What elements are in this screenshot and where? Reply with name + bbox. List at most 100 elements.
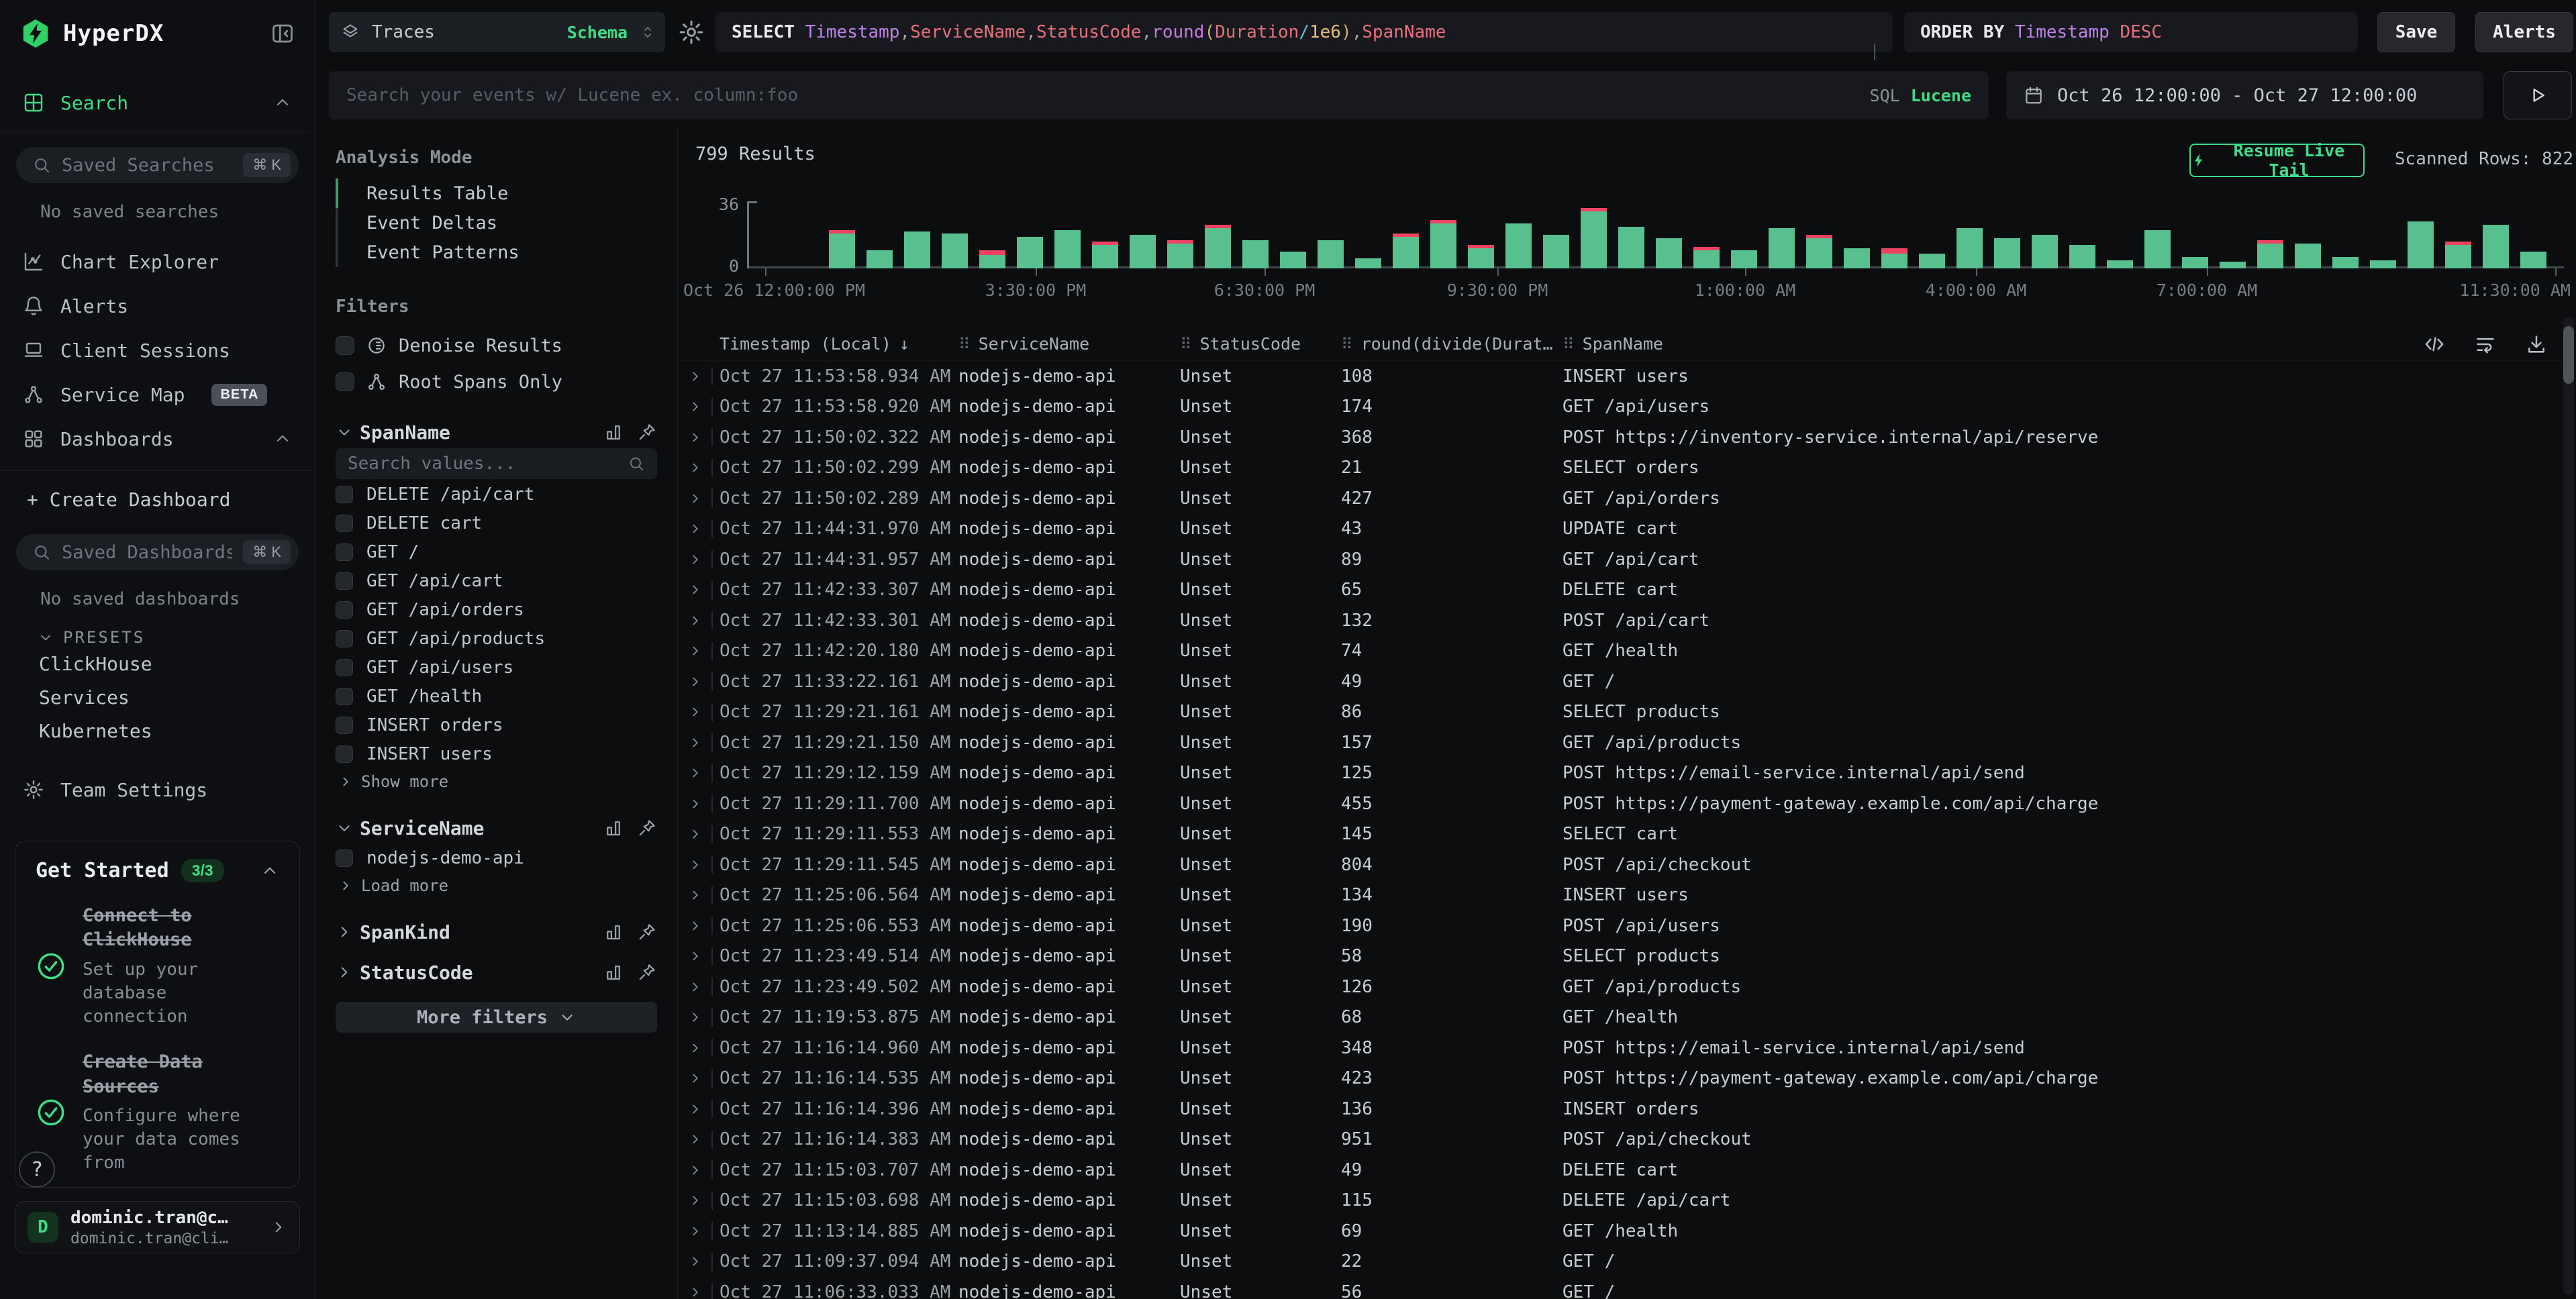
vertical-scrollbar[interactable] [2563, 317, 2574, 1295]
expand-row-button[interactable] [678, 1216, 713, 1247]
table-row[interactable]: Oct 27 11:25:06.553 AMnodejs-demo-apiUns… [678, 911, 2576, 941]
filter-value-row[interactable]: DELETE /api/cart [336, 480, 657, 508]
column-header-2[interactable]: ⠿ServiceName [941, 334, 1162, 354]
table-row[interactable]: Oct 27 11:09:37.094 AMnodejs-demo-apiUns… [678, 1247, 2576, 1278]
checkbox[interactable] [336, 372, 354, 391]
expand-row-button[interactable] [678, 697, 713, 728]
pin-icon[interactable] [637, 962, 657, 982]
filter-toggle-root-spans-only[interactable]: Root Spans Only [336, 364, 657, 400]
chart-icon[interactable] [603, 818, 624, 838]
table-row[interactable]: Oct 27 11:15:03.698 AMnodejs-demo-apiUns… [678, 1186, 2576, 1216]
table-row[interactable]: Oct 27 11:16:14.396 AMnodejs-demo-apiUns… [678, 1094, 2576, 1125]
table-row[interactable]: Oct 27 11:29:21.150 AMnodejs-demo-apiUns… [678, 727, 2576, 758]
table-row[interactable]: Oct 27 11:50:02.322 AMnodejs-demo-apiUns… [678, 422, 2576, 453]
order-by-input[interactable]: ORDER BY Timestamp DESC [1904, 12, 2358, 52]
get-started-item[interactable]: Create Data SourcesConfigure where your … [36, 1050, 279, 1175]
load-more-link[interactable]: Load more [336, 872, 657, 900]
pin-icon[interactable] [637, 818, 657, 838]
checkbox[interactable] [336, 688, 353, 705]
checkbox[interactable] [336, 572, 353, 590]
table-row[interactable]: Oct 27 11:16:14.535 AMnodejs-demo-apiUns… [678, 1063, 2576, 1094]
table-row[interactable]: Oct 27 11:15:03.707 AMnodejs-demo-apiUns… [678, 1155, 2576, 1186]
user-menu[interactable]: D dominic.tran@c… dominic.tran@cli… [15, 1201, 300, 1253]
checkbox[interactable] [336, 630, 353, 647]
sidebar-item-chart-explorer[interactable]: Chart Explorer [0, 240, 315, 284]
expand-row-button[interactable] [678, 788, 713, 819]
filter-value-search-input[interactable]: Search values... [336, 448, 657, 479]
date-range-picker[interactable]: Oct 26 12:00:00 - Oct 27 12:00:00 [2006, 71, 2483, 119]
checkbox[interactable] [336, 543, 353, 561]
filter-value-row[interactable]: GET /api/users [336, 654, 657, 681]
expand-row-button[interactable] [678, 544, 713, 575]
expand-row-button[interactable] [678, 727, 713, 758]
table-row[interactable]: Oct 27 11:42:33.307 AMnodejs-demo-apiUns… [678, 575, 2576, 606]
chart-icon[interactable] [603, 962, 624, 982]
preset-clickhouse[interactable]: ClickHouse [0, 647, 315, 680]
chart-icon[interactable] [603, 422, 624, 442]
table-row[interactable]: Oct 27 11:50:02.299 AMnodejs-demo-apiUns… [678, 453, 2576, 484]
filter-group-servicename[interactable]: ServiceName [336, 813, 657, 843]
sidebar-item-team-settings[interactable]: Team Settings [0, 768, 315, 812]
table-row[interactable]: Oct 27 11:23:49.514 AMnodejs-demo-apiUns… [678, 941, 2576, 972]
pin-icon[interactable] [637, 922, 657, 942]
table-row[interactable]: Oct 27 11:16:14.960 AMnodejs-demo-apiUns… [678, 1033, 2576, 1063]
analysis-mode-results-table[interactable]: Results Table [336, 178, 657, 208]
code-view-icon[interactable] [2423, 333, 2446, 356]
expand-row-button[interactable] [678, 666, 713, 697]
table-row[interactable]: Oct 27 11:16:14.383 AMnodejs-demo-apiUns… [678, 1125, 2576, 1155]
presets-toggle[interactable]: PRESETS [38, 628, 315, 647]
checkbox[interactable] [336, 745, 353, 763]
table-row[interactable]: Oct 27 11:42:33.301 AMnodejs-demo-apiUns… [678, 605, 2576, 636]
filter-value-row[interactable]: INSERT orders [336, 711, 657, 739]
filter-group-spankind[interactable]: SpanKind [336, 917, 657, 947]
table-row[interactable]: Oct 27 11:44:31.957 AMnodejs-demo-apiUns… [678, 544, 2576, 575]
more-filters-button[interactable]: More filters [336, 1002, 657, 1033]
expand-row-button[interactable] [678, 849, 713, 880]
scrollbar-thumb[interactable] [2563, 326, 2574, 384]
expand-row-button[interactable] [678, 1247, 713, 1278]
expand-row-button[interactable] [678, 972, 713, 1002]
get-started-header[interactable]: Get Started 3/3 [36, 859, 279, 882]
drag-handle-icon[interactable]: ⠿ [1180, 335, 1192, 354]
checkbox[interactable] [336, 336, 354, 355]
filter-value-row[interactable]: INSERT users [336, 740, 657, 768]
expand-row-button[interactable] [678, 819, 713, 850]
sidebar-item-alerts[interactable]: Alerts [0, 284, 315, 328]
filter-value-row[interactable]: nodejs-demo-api [336, 844, 657, 872]
expand-row-button[interactable] [678, 1033, 713, 1063]
filter-group-statuscode[interactable]: StatusCode [336, 957, 657, 987]
table-row[interactable]: Oct 27 11:23:49.502 AMnodejs-demo-apiUns… [678, 972, 2576, 1002]
filter-toggle-denoise-results[interactable]: Denoise Results [336, 327, 657, 364]
checkbox[interactable] [336, 849, 353, 867]
analysis-mode-event-patterns[interactable]: Event Patterns [336, 238, 657, 267]
column-header-1[interactable]: Timestamp (Local)↓ [713, 334, 941, 354]
expand-row-button[interactable] [678, 361, 713, 392]
checkbox[interactable] [336, 601, 353, 619]
drag-handle-icon[interactable]: ⠿ [1563, 335, 1575, 354]
expand-row-button[interactable] [678, 483, 713, 514]
expand-row-button[interactable] [678, 1125, 713, 1155]
filter-value-row[interactable]: GET /health [336, 682, 657, 710]
table-row[interactable]: Oct 27 11:33:22.161 AMnodejs-demo-apiUns… [678, 666, 2576, 697]
histogram-plot[interactable]: 360Oct 26 12:00:00 PM3:30:00 PM6:30:00 P… [747, 178, 2564, 327]
saved-searches-input[interactable]: Saved Searches ⌘ K [16, 147, 299, 183]
table-row[interactable]: Oct 27 11:29:11.545 AMnodejs-demo-apiUns… [678, 849, 2576, 880]
filter-value-row[interactable]: GET / [336, 538, 657, 566]
checkbox[interactable] [336, 486, 353, 503]
source-settings-icon[interactable] [678, 19, 705, 46]
chart-icon[interactable] [603, 922, 624, 942]
sidebar-item-search[interactable]: Search [0, 83, 315, 122]
expand-row-button[interactable] [678, 575, 713, 606]
help-button[interactable]: ? [19, 1151, 55, 1188]
table-row[interactable]: Oct 27 11:42:20.180 AMnodejs-demo-apiUns… [678, 636, 2576, 667]
get-started-item[interactable]: Connect to ClickHouseSet up your databas… [36, 904, 279, 1029]
expand-row-button[interactable] [678, 941, 713, 972]
sort-descending-icon[interactable]: ↓ [899, 334, 909, 354]
expand-row-button[interactable] [678, 1155, 713, 1186]
table-row[interactable]: Oct 27 11:29:11.700 AMnodejs-demo-apiUns… [678, 788, 2576, 819]
table-row[interactable]: Oct 27 11:13:14.885 AMnodejs-demo-apiUns… [678, 1216, 2576, 1247]
table-row[interactable]: Oct 27 11:53:58.920 AMnodejs-demo-apiUns… [678, 392, 2576, 423]
show-more-link[interactable]: Show more [336, 768, 657, 796]
preset-kubernetes[interactable]: Kubernetes [0, 714, 315, 747]
filter-value-row[interactable]: DELETE cart [336, 509, 657, 537]
